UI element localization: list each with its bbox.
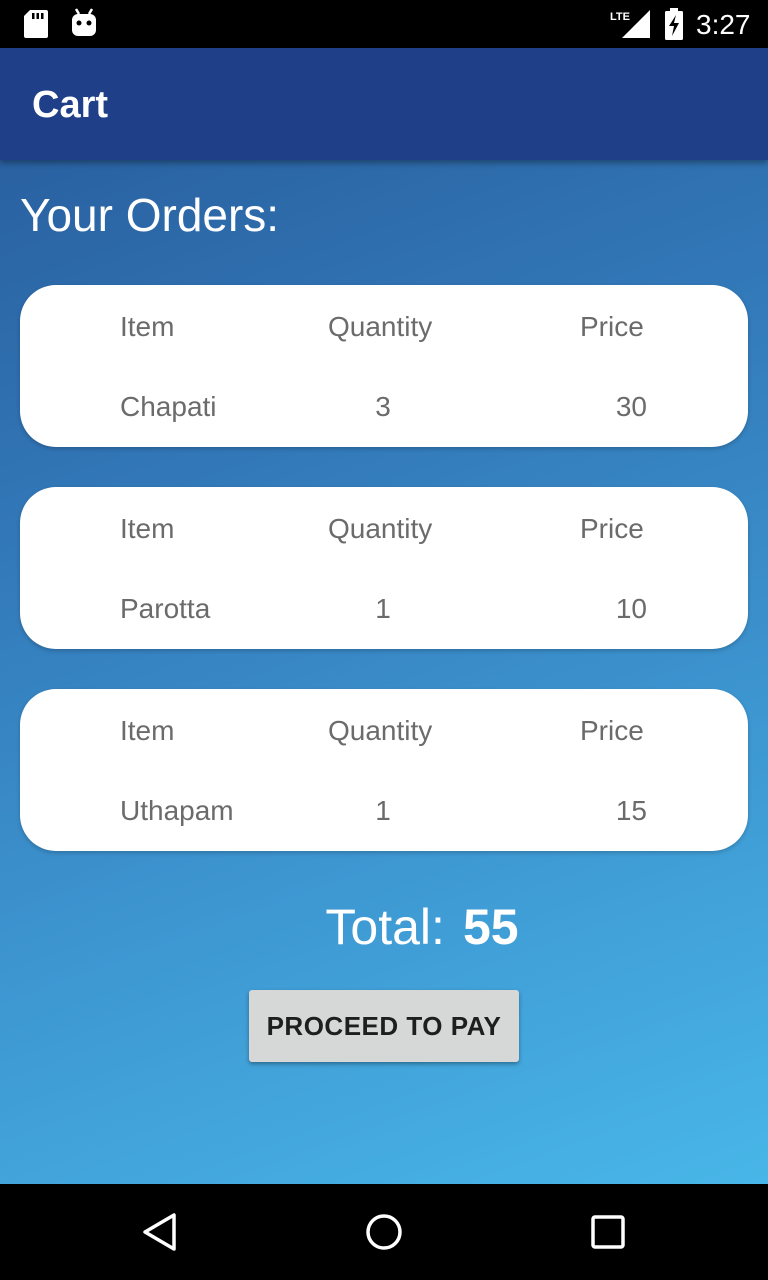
sd-card-icon: [24, 10, 48, 38]
order-card: Item Quantity Price Uthapam 1 15: [20, 689, 748, 851]
column-header-quantity: Quantity: [328, 311, 433, 342]
app-toolbar: Cart: [0, 48, 768, 160]
status-bar: LTE 3:27: [0, 0, 768, 48]
column-header-price: Price: [580, 513, 644, 544]
network-label: LTE: [610, 11, 630, 23]
total-label: Total:: [325, 899, 445, 955]
order-item-quantity: 1: [375, 593, 391, 624]
orders-heading: Your Orders:: [20, 189, 280, 241]
navigation-bar: [0, 1184, 768, 1280]
back-icon[interactable]: [140, 1212, 180, 1252]
column-header-quantity: Quantity: [328, 715, 433, 746]
order-item-price: 15: [615, 795, 647, 826]
column-header-item: Item: [120, 311, 175, 342]
order-item-price: 30: [615, 391, 647, 422]
android-icon: [72, 8, 96, 36]
order-item-quantity: 3: [375, 391, 391, 422]
recent-apps-icon[interactable]: [588, 1212, 628, 1252]
column-header-item: Item: [120, 715, 175, 746]
column-header-price: Price: [580, 715, 644, 746]
total-value: 55: [462, 899, 519, 955]
order-item-price: 10: [615, 593, 647, 624]
column-header-price: Price: [580, 311, 644, 342]
order-item-name: Chapati: [120, 391, 217, 422]
column-header-item: Item: [120, 513, 175, 544]
cart-screen: Cart Your Orders: Item Quantity Price Ch…: [0, 48, 768, 1184]
total-row: Total: 55: [0, 898, 768, 956]
proceed-to-pay-button[interactable]: PROCEED TO PAY: [249, 990, 519, 1062]
order-card: Item Quantity Price Chapati 3 30: [20, 285, 748, 447]
order-item-name: Parotta: [120, 593, 211, 624]
status-clock: 3:27: [696, 9, 751, 40]
order-item-quantity: 1: [375, 795, 391, 826]
toolbar-title: Cart: [32, 84, 109, 126]
order-item-name: Uthapam: [120, 795, 234, 826]
column-header-quantity: Quantity: [328, 513, 433, 544]
signal-icon: LTE: [610, 10, 650, 38]
order-card: Item Quantity Price Parotta 1 10: [20, 487, 748, 649]
battery-charging-icon: [665, 8, 683, 40]
home-icon[interactable]: [364, 1212, 404, 1252]
